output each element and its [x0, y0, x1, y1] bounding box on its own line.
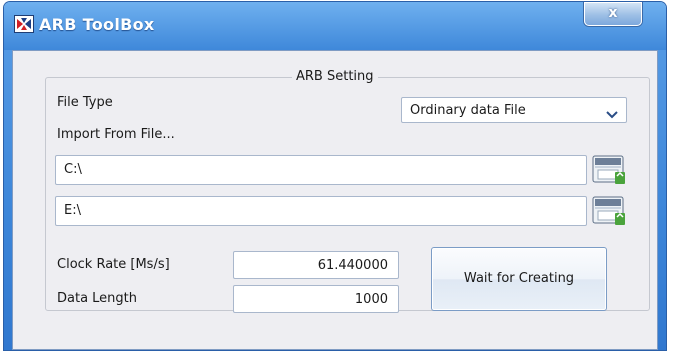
folder-save-icon[interactable]	[591, 154, 627, 186]
clock-rate-input[interactable]: 61.440000	[233, 251, 399, 279]
folder-save-icon[interactable]	[591, 195, 627, 227]
data-length-label: Data Length	[57, 291, 138, 306]
clock-rate-label: Clock Rate [Ms/s]	[57, 257, 170, 272]
chevron-down-icon	[606, 105, 618, 124]
import-from-file-label: Import From File...	[57, 127, 175, 142]
data-length-input[interactable]: 1000	[233, 285, 399, 313]
file-type-dropdown[interactable]: Ordinary data File	[401, 97, 627, 123]
title-bar[interactable]: ARB ToolBox x	[4, 2, 666, 50]
window-title: ARB ToolBox	[39, 15, 155, 34]
import-path-input-1[interactable]: C:\	[55, 155, 587, 185]
file-type-label: File Type	[57, 95, 113, 110]
close-button[interactable]: x	[584, 2, 642, 26]
app-logo-icon	[14, 15, 34, 33]
dialog-body: ARB Setting File Type Ordinary data File…	[12, 50, 658, 350]
group-title: ARB Setting	[292, 69, 378, 84]
file-type-value: Ordinary data File	[410, 103, 526, 118]
arb-toolbox-window: ARB ToolBox x ARB Setting File Type Ordi…	[4, 2, 666, 350]
import-path-input-2[interactable]: E:\	[55, 196, 587, 226]
wait-for-creating-button[interactable]: Wait for Creating	[431, 247, 607, 311]
